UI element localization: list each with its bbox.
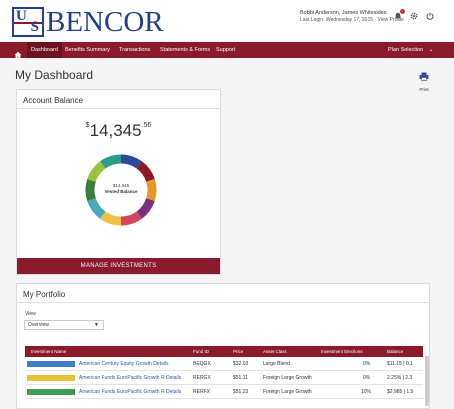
elections: 10% [361, 389, 372, 395]
tab-statements-forms[interactable]: Statements & Forms [160, 42, 210, 58]
donut-label: Vested Balance [104, 189, 138, 194]
asset-class: Foreign Large Growth [263, 375, 312, 381]
currency-symbol: $ [85, 122, 90, 129]
tab-dashboard[interactable]: Dashboard [27, 42, 62, 58]
donut-center-text: $14,345 Vested Balance [83, 183, 159, 195]
manage-investments-button[interactable]: MANAGE INVESTMENTS [17, 258, 220, 274]
col-investment-name[interactable]: Investment Name [31, 346, 66, 357]
print-button[interactable]: Print [418, 68, 430, 92]
portfolio-title: My Portfolio [23, 290, 66, 299]
caret-down-icon: ▼ [94, 322, 99, 328]
home-icon[interactable] [14, 46, 22, 59]
balance: 2.25% | 2.3 [387, 375, 413, 381]
donut-segment[interactable] [100, 211, 122, 226]
col-price[interactable]: Price [233, 346, 243, 357]
table-row[interactable]: American Funds EuroPacific Growth R Deta… [25, 385, 423, 399]
fund-id: BEQGX [193, 361, 211, 367]
balance: $11.15 | 0.1 [387, 361, 413, 367]
col-fund-id[interactable]: Fund ID [193, 346, 209, 357]
donut-segment[interactable] [100, 154, 122, 169]
table-row[interactable]: American Funds EuroPacific Growth R Deta… [25, 371, 423, 385]
balance-main: 14,345 [89, 121, 142, 140]
gear-icon[interactable] [410, 12, 418, 20]
print-label: Print [419, 87, 429, 92]
main-nav: Dashboard Benefits Summary Transactions … [0, 42, 454, 59]
brand-name: BENCOR [46, 6, 164, 38]
fund-id: RERGX [193, 375, 211, 381]
donut-segment[interactable] [136, 161, 155, 183]
bencor-logo[interactable]: U S BENCOR [12, 7, 164, 37]
donut-segment[interactable] [87, 161, 106, 183]
view-label: View [25, 311, 36, 317]
col-balance[interactable]: Balance [387, 346, 403, 357]
table-scrollbar[interactable] [425, 356, 429, 406]
col-investment-elections[interactable]: Investment Elections [321, 346, 363, 357]
view-select-value: Overview [28, 322, 49, 328]
investment-name-link[interactable]: American Funds EuroPacific Growth R Deta… [79, 385, 181, 399]
fund-color-bar [27, 375, 75, 381]
price: $51.11 [233, 375, 248, 381]
plan-selection-label: Plan Selection [388, 47, 424, 53]
app-header: U S BENCOR Bobbi Anderson, James Whitesi… [0, 0, 454, 42]
fund-color-bar [27, 361, 75, 367]
plan-selection-dropdown[interactable]: Plan Selection ⌄ [388, 42, 433, 58]
last-login[interactable]: Last Login: Wednesday 17, 2015 · View Pr… [300, 17, 404, 24]
printer-icon [419, 72, 429, 81]
asset-class: Large Blend [263, 361, 290, 367]
my-portfolio-card: My Portfolio View Overview ▼ Investment … [16, 283, 430, 409]
asset-class: Foreign Large Growth [263, 389, 312, 395]
page-title: My Dashboard [15, 68, 94, 82]
price: $51.23 [233, 389, 249, 395]
fund-color-bar [27, 389, 75, 395]
logo-letter-s: S [30, 19, 39, 35]
view-select[interactable]: Overview ▼ [24, 320, 104, 330]
investment-name-link[interactable]: American Funds EuroPacific Growth R Deta… [79, 371, 181, 385]
table-row[interactable]: American Century Equity Growth Details B… [25, 357, 423, 371]
tab-support[interactable]: Support [216, 42, 235, 58]
balance-cents: .56 [141, 122, 152, 129]
logout-icon[interactable] [426, 12, 434, 20]
logo-mark: U S [12, 7, 44, 37]
table-header: Investment Name Fund ID Price Asset Clas… [25, 346, 423, 357]
chevron-down-icon: ⌄ [428, 47, 434, 53]
elections: 0% [363, 375, 371, 381]
user-name: Bobbi Anderson, James Whitesides [300, 10, 387, 16]
col-asset-class[interactable]: Asset Class [263, 346, 287, 357]
user-info: Bobbi Anderson, James Whitesides Last Lo… [300, 10, 404, 24]
donut-segment[interactable] [120, 154, 142, 169]
fund-id: RERFX [193, 389, 210, 395]
account-balance-title: Account Balance [23, 96, 84, 105]
price: $32.03 [233, 361, 249, 367]
investment-name-link[interactable]: American Century Equity Growth Details [79, 357, 168, 371]
account-balance-card: Account Balance $14,345.56 $14,345 Veste… [16, 89, 221, 275]
tab-benefits-summary[interactable]: Benefits Summary [65, 42, 110, 58]
donut-segment[interactable] [87, 197, 106, 219]
balance: $2,985 | 1.5 [387, 389, 414, 395]
balance-amount: $14,345.56 [17, 121, 220, 141]
notification-badge [400, 9, 405, 14]
elections: 0% [363, 361, 371, 367]
donut-segment[interactable] [136, 197, 155, 219]
portfolio-table: Investment Name Fund ID Price Asset Clas… [25, 346, 423, 399]
donut-segment[interactable] [120, 211, 142, 226]
tab-transactions[interactable]: Transactions [119, 42, 150, 58]
